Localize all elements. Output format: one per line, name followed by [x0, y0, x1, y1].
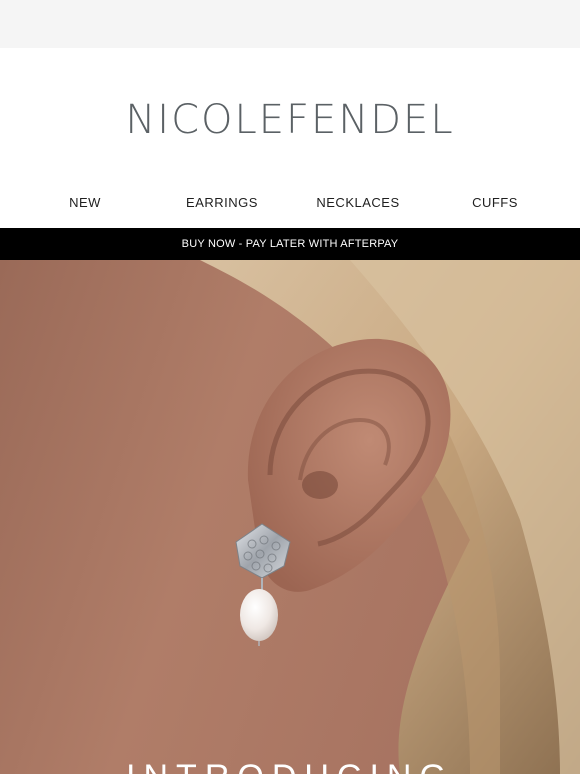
- top-strip: [0, 0, 580, 48]
- nav-item-cuffs[interactable]: CUFFS: [425, 195, 565, 211]
- hero-image[interactable]: INTRODUCING: [0, 260, 580, 774]
- nav-item-necklaces[interactable]: NECKLACES: [288, 195, 428, 211]
- hero-title: INTRODUCING: [0, 760, 580, 774]
- hero-photo-earring: [0, 260, 580, 774]
- email-header: NICOLEFENDEL NEW EARRINGS NECKLACES CUFF…: [0, 48, 580, 228]
- nav-item-new[interactable]: NEW: [15, 195, 155, 211]
- brand-logo[interactable]: NICOLEFENDEL: [0, 100, 580, 140]
- nav-item-earrings[interactable]: EARRINGS: [152, 195, 292, 211]
- main-nav: NEW EARRINGS NECKLACES CUFFS: [0, 195, 580, 211]
- promo-banner[interactable]: BUY NOW - PAY LATER WITH AFTERPAY: [0, 228, 580, 260]
